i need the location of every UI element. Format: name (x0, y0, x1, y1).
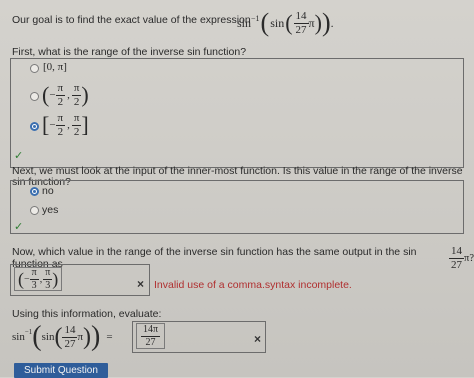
q3-error-message: Invalid use of a comma.syntax incomplete… (154, 279, 352, 291)
q3-answer-input[interactable]: ( − π3 , π3 ) (14, 266, 63, 292)
q3-input-field[interactable]: ( − π3 , π3 ) (14, 267, 63, 291)
q3-fraction: 14 27 (449, 244, 465, 271)
period: . (330, 15, 334, 30)
q1-prompt: First, what is the range of the inverse … (12, 46, 247, 58)
q1-option-1[interactable]: ( − π2 , π2 ) (42, 80, 89, 110)
q1-option-0-label[interactable]: [0, π] (43, 61, 67, 73)
paren-right: ) (314, 10, 322, 35)
q1-check-icon: ✓ (14, 150, 24, 162)
q2-option-1-label[interactable]: yes (42, 204, 58, 216)
q2-answer-box (10, 180, 464, 234)
q2-radio-1[interactable] (30, 206, 39, 215)
equals-sign: = (106, 331, 113, 343)
q3-x-icon: × (137, 277, 145, 291)
fraction-14-27: 14 27 (293, 9, 309, 36)
big-paren-left: ( (260, 8, 270, 37)
q4-x-icon: × (254, 332, 262, 346)
q4-prompt: Using this information, evaluate: (12, 308, 162, 320)
q1-radio-2[interactable] (30, 122, 39, 131)
q2-radio-0[interactable] (30, 187, 39, 196)
q1-radio-1[interactable] (30, 92, 39, 101)
big-paren-right: ) (321, 8, 331, 37)
q1-radio-0[interactable] (30, 64, 39, 73)
inverse-exponent: −1 (251, 13, 260, 23)
intro-text: Our goal is to find the exact value of t… (12, 14, 251, 26)
q2-check-icon: ✓ (14, 221, 24, 233)
q2-option-0-label[interactable]: no (42, 185, 54, 197)
intro-label: Our goal is to find the exact value of t… (12, 14, 251, 26)
q3-suffix: π? (464, 252, 474, 264)
q1-option-2[interactable]: [ − π2 , π2 ] (42, 110, 89, 140)
inner-sin: sin (270, 15, 285, 30)
q4-expression: sin −1 ( sin ( 14 27 π ) ) = (12, 321, 113, 352)
intro-expression: sin −1 ( sin ( 14 27 π ) ) . (237, 6, 334, 40)
paren-left: ( (285, 10, 293, 35)
submit-question-button[interactable]: Submit Question (14, 363, 108, 378)
q4-input-field[interactable]: 14π 27 (136, 323, 166, 349)
q4-answer-input[interactable]: 14π 27 (136, 323, 166, 349)
fn-sin: sin (237, 15, 252, 30)
